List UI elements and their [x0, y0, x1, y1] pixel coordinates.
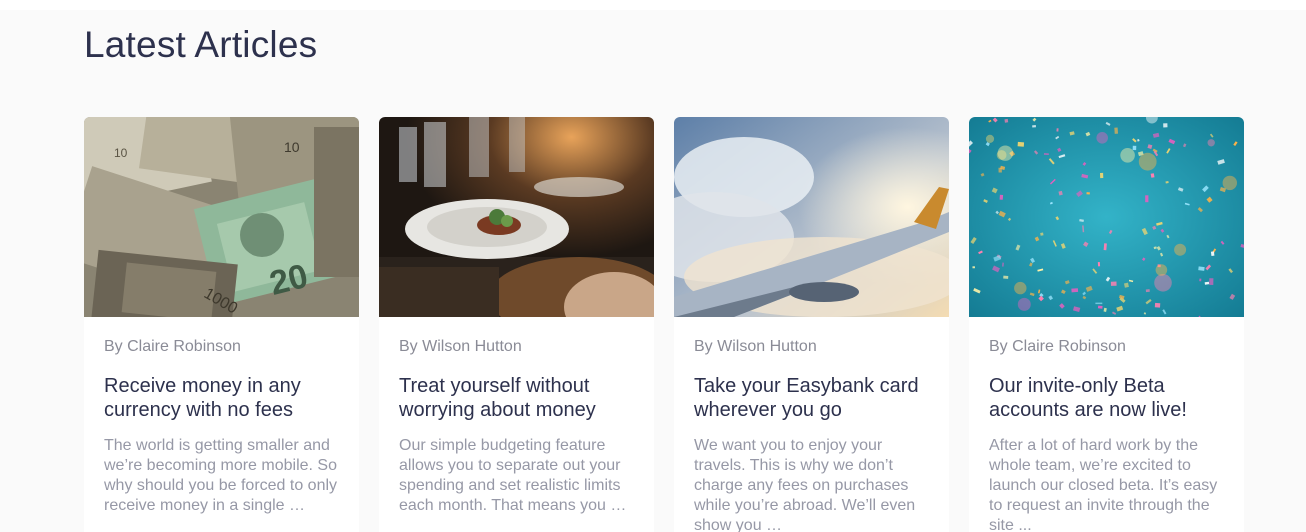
article-card[interactable]: By Wilson Hutton Treat yourself without …	[379, 117, 654, 532]
article-title[interactable]: Take your Easybank card wherever you go	[694, 374, 929, 422]
article-author: By Claire Robinson	[104, 338, 241, 355]
article-card[interactable]: By Claire Robinson Our invite-only Beta …	[969, 117, 1244, 532]
article-excerpt: We want you to enjoy your travels. This …	[694, 437, 916, 532]
money-photo[interactable]: 20 10 10 1000	[84, 117, 359, 317]
article-author: By Wilson Hutton	[694, 338, 817, 355]
article-card[interactable]: 20 10 10 1000 By Claire Robinson Receive…	[84, 117, 359, 532]
article-excerpt: The world is getting smaller and we’re b…	[104, 437, 338, 514]
article-title[interactable]: Treat yourself without worrying about mo…	[399, 374, 634, 422]
latest-articles-section: Latest Articles 20 10 10 1000 By Claire …	[0, 10, 1306, 532]
article-author: By Claire Robinson	[989, 338, 1126, 355]
restaurant-photo[interactable]	[379, 117, 654, 317]
article-title[interactable]: Our invite-only Beta accounts are now li…	[989, 374, 1224, 422]
svg-text:10: 10	[114, 146, 128, 160]
svg-text:10: 10	[284, 139, 300, 155]
confetti-photo[interactable]	[969, 117, 1244, 317]
article-card[interactable]: By Wilson Hutton Take your Easybank card…	[674, 117, 949, 532]
section-heading: Latest Articles	[84, 24, 318, 65]
article-title[interactable]: Receive money in any currency with no fe…	[104, 374, 339, 422]
article-excerpt: After a lot of hard work by the whole te…	[989, 437, 1218, 532]
plane-wing-photo[interactable]	[674, 117, 949, 317]
article-excerpt: Our simple budgeting feature allows you …	[399, 437, 627, 514]
article-grid: 20 10 10 1000 By Claire Robinson Receive…	[84, 117, 1244, 532]
article-author: By Wilson Hutton	[399, 338, 522, 355]
